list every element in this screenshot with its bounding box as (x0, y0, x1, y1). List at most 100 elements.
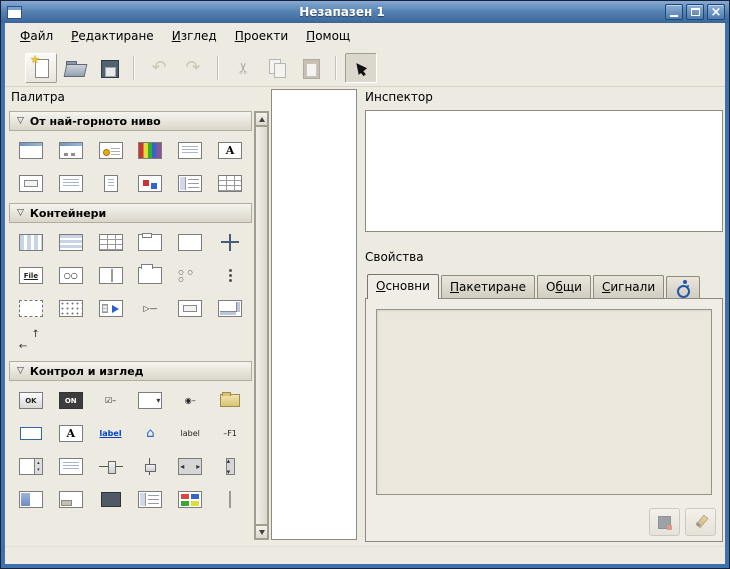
palette-item-check-button[interactable]: ☑– (91, 384, 131, 417)
assistant-icon (138, 175, 162, 192)
palette-item-tree-view[interactable] (130, 483, 170, 516)
tab-basic[interactable]: Основни (367, 274, 439, 299)
palette-item-vertical-scrollbar[interactable] (210, 450, 250, 483)
palette-item-layout[interactable] (210, 226, 250, 259)
close-button[interactable] (707, 4, 725, 20)
palette-item-progress-bar[interactable] (11, 483, 51, 516)
menu-help[interactable]: Помощ (297, 25, 359, 47)
palette-item-accelerator[interactable]: –F1 (210, 417, 250, 450)
new-button[interactable] (25, 53, 57, 83)
tab-common[interactable]: Общи (537, 275, 591, 298)
palette-item-button[interactable]: OK (11, 384, 51, 417)
alignment-icon (19, 333, 43, 350)
maximize-button[interactable] (686, 4, 704, 20)
palette-scrollbar[interactable] (254, 111, 269, 540)
palette-item-icon-view[interactable] (170, 483, 210, 516)
menu-projects[interactable]: Проекти (226, 25, 297, 47)
palette-item-popup-window[interactable] (11, 167, 51, 200)
palette-item-vbuttonbox[interactable] (210, 259, 250, 292)
palette-item-handlebox[interactable] (91, 292, 131, 325)
palette-item-font-selection-dialog[interactable]: A (210, 134, 250, 167)
palette-section-title: Контейнери (30, 207, 106, 220)
palette-item-assistant[interactable] (130, 167, 170, 200)
palette-item-status-bar[interactable] (51, 483, 91, 516)
palette-item-color-selection-dialog[interactable] (130, 134, 170, 167)
palette-item-entry[interactable] (11, 417, 51, 450)
tab-accessibility[interactable] (666, 276, 700, 298)
palette-item-link-button[interactable]: label (91, 417, 131, 450)
palette-item-window[interactable] (11, 134, 51, 167)
button-icon: OK (19, 392, 43, 409)
open-button[interactable] (59, 53, 91, 83)
horizontal-scale-icon (99, 458, 123, 475)
accel-label-icon: label (178, 425, 202, 442)
palette-item-frame[interactable] (130, 226, 170, 259)
palette-section-toplevel[interactable]: ▽От най-горното ниво (9, 111, 252, 131)
palette-item-hbox[interactable] (11, 226, 51, 259)
toolbar-separator (133, 56, 135, 80)
palette-item-recent-chooser-dialog[interactable] (91, 167, 131, 200)
design-area[interactable] (271, 89, 357, 540)
palette-item-aspect-frame[interactable] (170, 292, 210, 325)
palette-item-text-view[interactable] (51, 450, 91, 483)
hbuttonbox-icon: ○ ○ ○ (178, 267, 202, 284)
palette-item-hbuttonbox[interactable]: ○ ○ ○ (170, 259, 210, 292)
accelerator-icon: –F1 (218, 425, 242, 442)
palette-item-iconview[interactable] (51, 292, 91, 325)
palette-item-table[interactable] (91, 226, 131, 259)
palette-item-spin-button[interactable] (11, 450, 51, 483)
menu-view[interactable]: Изглед (163, 25, 226, 47)
palette-section-containers[interactable]: ▽Контейнери (9, 203, 252, 223)
palette-section-controls[interactable]: ▽Контрол и изглед (9, 361, 252, 381)
palette-item-about-dialog[interactable] (170, 134, 210, 167)
palette-item-toolbar[interactable]: ○○ (51, 259, 91, 292)
palette-item-horizontal-scale[interactable] (91, 450, 131, 483)
inspector-view[interactable] (365, 110, 723, 232)
status-bar-icon (59, 491, 83, 508)
palette-item-fixed[interactable] (170, 226, 210, 259)
calendar-dialog-icon (218, 175, 242, 192)
accessibility-icon (675, 280, 691, 296)
palette-item-combo-box[interactable] (130, 384, 170, 417)
palette-item-hpaned[interactable] (91, 259, 131, 292)
palette-item-file-chooser-button[interactable] (210, 384, 250, 417)
palette-item-notebook[interactable] (130, 259, 170, 292)
palette-item-file-chooser-dialog[interactable] (51, 167, 91, 200)
palette-item-accel-label[interactable]: label (170, 417, 210, 450)
palette-item-toggle-button[interactable]: ON (51, 384, 91, 417)
palette-item-message-dialog[interactable] (91, 134, 131, 167)
tab-packing[interactable]: Пакетиране (441, 275, 535, 298)
palette-item-radio-button[interactable]: ◉– (170, 384, 210, 417)
palette-item-expander[interactable]: ▷— (130, 292, 170, 325)
save-button[interactable] (93, 53, 125, 83)
palette-item-image[interactable]: ⌂ (130, 417, 170, 450)
palette-item-viewport[interactable] (11, 292, 51, 325)
scroll-up-button[interactable] (255, 112, 268, 126)
palette-item-label[interactable]: A (51, 417, 91, 450)
properties-tabs: ОсновниПакетиранеОбщиСигнали (365, 270, 723, 298)
scrollbar-track[interactable] (255, 126, 268, 525)
palette-item-vbox[interactable] (51, 226, 91, 259)
palette-item-scrolled-window[interactable] (210, 292, 250, 325)
menu-file[interactable]: Файл (11, 25, 62, 47)
scrollbar-thumb[interactable] (255, 126, 268, 525)
palette-item-drawing-area[interactable] (91, 483, 131, 516)
palette-item-horizontal-scrollbar[interactable] (170, 450, 210, 483)
palette-item-calendar-dialog[interactable] (210, 167, 250, 200)
vbox-icon (59, 234, 83, 251)
palette-item-alignment[interactable] (11, 325, 51, 358)
minimize-button[interactable] (665, 4, 683, 20)
color-selection-dialog-icon (138, 142, 162, 159)
titlebar[interactable]: Незапазен 1 (1, 1, 729, 23)
palette-item-list-dialog[interactable] (170, 167, 210, 200)
palette-item-menubar[interactable]: File (11, 259, 51, 292)
selector-button[interactable] (345, 53, 377, 83)
scroll-down-button[interactable] (255, 525, 268, 539)
palette-item-vertical-scale[interactable] (130, 450, 170, 483)
palette-item-dialog[interactable] (51, 134, 91, 167)
main-area: Палитра ▽От най-горното нивоA▽Контейнери… (5, 87, 725, 546)
menu-edit[interactable]: Редактиране (62, 25, 163, 47)
palette-item-vertical-separator[interactable] (210, 483, 250, 516)
properties-label: Свойства (365, 250, 424, 264)
tab-signals[interactable]: Сигнали (593, 275, 664, 298)
